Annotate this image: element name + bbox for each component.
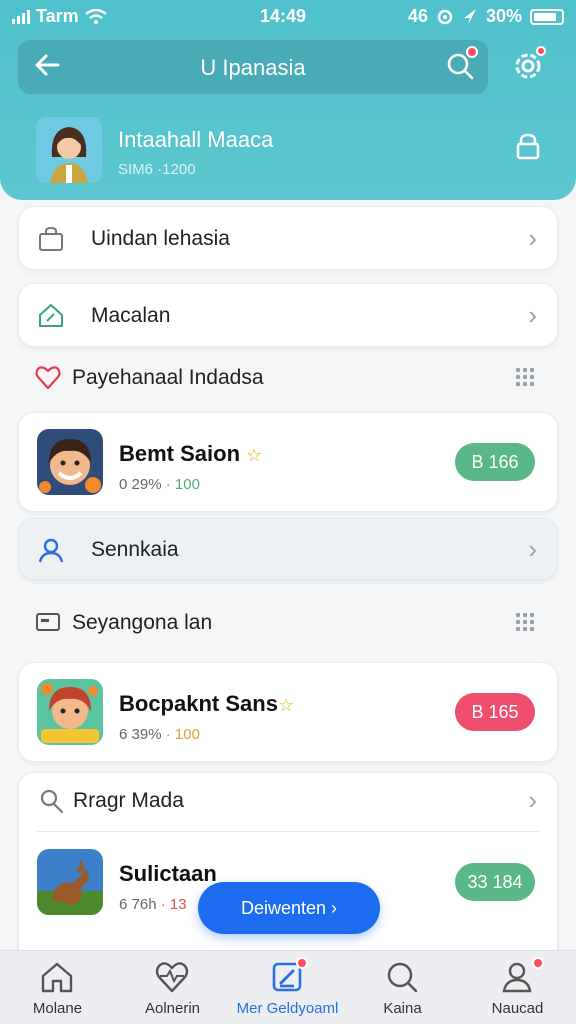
grid-menu-icon[interactable] [516, 613, 534, 631]
bag-icon [39, 226, 63, 251]
app-count: 13 [169, 896, 187, 913]
app-name-text: Bocpaknt Sans [119, 691, 278, 716]
app-thumbnail [37, 429, 103, 495]
top-bar: U Ipanasia [18, 40, 488, 94]
chevron-right-icon: › [528, 223, 537, 253]
home-icon [41, 962, 73, 993]
app-rating: 0 29% [119, 476, 162, 493]
notification-dot [466, 46, 478, 58]
profile-icon [502, 962, 532, 993]
app-name: Bemt Saion ☆ [119, 441, 262, 467]
group-title: Rragr Mada [73, 789, 184, 812]
app-meta: 0 29% · 100 [119, 476, 200, 493]
app-name: Sulictaan [119, 861, 217, 886]
app-meta: 6 76h · 13 [119, 896, 187, 913]
menu-item-uindan[interactable]: Uindan lehasia › [18, 206, 558, 270]
star-icon: ☆ [277, 695, 295, 715]
network-label: 46 [407, 6, 428, 26]
price-button[interactable]: 33 184 [455, 863, 535, 901]
menu-item-label: Macalan [91, 304, 171, 327]
app-card[interactable]: Bocpaknt Sans☆ 6 39% · 100 B 165 [18, 662, 558, 762]
app-name-text: Bemt Saion [119, 441, 241, 466]
user-icon [38, 538, 64, 563]
nav-label: Molane [32, 1000, 83, 1017]
card-icon [36, 613, 60, 631]
carrier-label: Tarm [36, 6, 79, 26]
nav-item-home[interactable]: Molane [0, 951, 115, 1024]
notification-dot [536, 46, 546, 56]
battery-icon [530, 8, 564, 25]
divider [37, 831, 539, 832]
notification-dot [532, 957, 544, 969]
section-title-second: Seyangona lan [72, 611, 213, 634]
nav-item-search[interactable]: Kaina [345, 951, 460, 1024]
heart-pulse-icon [155, 962, 189, 993]
nav-item-profile[interactable]: Naucad [460, 951, 575, 1024]
price-button[interactable]: B 165 [455, 693, 535, 731]
section-title-favorites: Payehanaal Indadsa [72, 366, 264, 389]
status-time: 14:49 [260, 6, 307, 26]
download-button[interactable]: Deiwenten › [198, 882, 380, 934]
settings-gear-icon[interactable] [510, 46, 546, 84]
nav-item-edit[interactable]: Mer Geldyoaml [230, 951, 345, 1024]
signal-icon [12, 9, 30, 24]
app-name: Bocpaknt Sans☆ [119, 691, 294, 717]
notification-dot [296, 957, 308, 969]
grid-menu-icon[interactable] [516, 368, 534, 386]
app-thumbnail [37, 679, 103, 745]
home-edit-icon [39, 304, 63, 327]
lock-icon[interactable] [514, 132, 542, 160]
battery-percent: 30% [485, 6, 522, 26]
heart-icon [35, 366, 61, 390]
meta-separator: · [160, 896, 166, 913]
price-button[interactable]: B 166 [455, 443, 535, 481]
app-count: 100 [174, 726, 200, 743]
menu-item-label: Uindan lehasia [91, 227, 230, 250]
star-icon: ☆ [246, 445, 263, 465]
location-arrow-icon [463, 8, 476, 25]
group-header[interactable]: Rragr Mada › [19, 773, 557, 831]
search-icon [387, 962, 418, 993]
page-title: U Ipanasia [200, 55, 306, 80]
app-thumbnail [37, 849, 103, 915]
wifi-icon [84, 8, 107, 24]
menu-item-macalan[interactable]: Macalan › [18, 283, 558, 347]
app-card[interactable]: Bemt Saion ☆ 0 29% · 100 B 166 [18, 412, 558, 512]
avatar[interactable] [36, 117, 102, 183]
menu-item-label: Sennkaia [91, 538, 179, 561]
app-count: 100 [174, 476, 200, 493]
search-user-icon [40, 789, 64, 814]
chevron-right-icon: › [528, 785, 537, 815]
nav-label: Naucad [491, 1000, 544, 1017]
sync-icon [437, 9, 453, 24]
nav-label: Mer Geldyoaml [236, 1000, 339, 1017]
app-rating: 6 76h [119, 896, 157, 913]
search-icon[interactable] [446, 46, 478, 80]
app-rating: 6 39% [119, 726, 162, 743]
bottom-nav: Molane Aolnerin Mer Geldyoaml Kaina Nauc… [0, 950, 576, 1024]
menu-item-sennkaia[interactable]: Sennkaia › [18, 518, 558, 580]
nav-item-favorites[interactable]: Aolnerin [115, 951, 230, 1024]
app-meta: 6 39% · 100 [119, 726, 200, 743]
meta-separator: · [165, 476, 171, 493]
nav-label: Kaina [383, 1000, 422, 1017]
chevron-right-icon: › [528, 534, 537, 564]
profile-name: Intaahall Maaca [118, 127, 274, 152]
nav-label: Aolnerin [144, 1000, 201, 1017]
header: Tarm 14:49 46 30% U Ipanasia Intaahall M… [0, 0, 576, 200]
status-bar: Tarm 14:49 46 30% [0, 6, 576, 30]
profile-subtitle: SIM6 ·1200 [118, 161, 196, 178]
meta-separator: · [165, 726, 171, 743]
chevron-right-icon: › [528, 300, 537, 330]
